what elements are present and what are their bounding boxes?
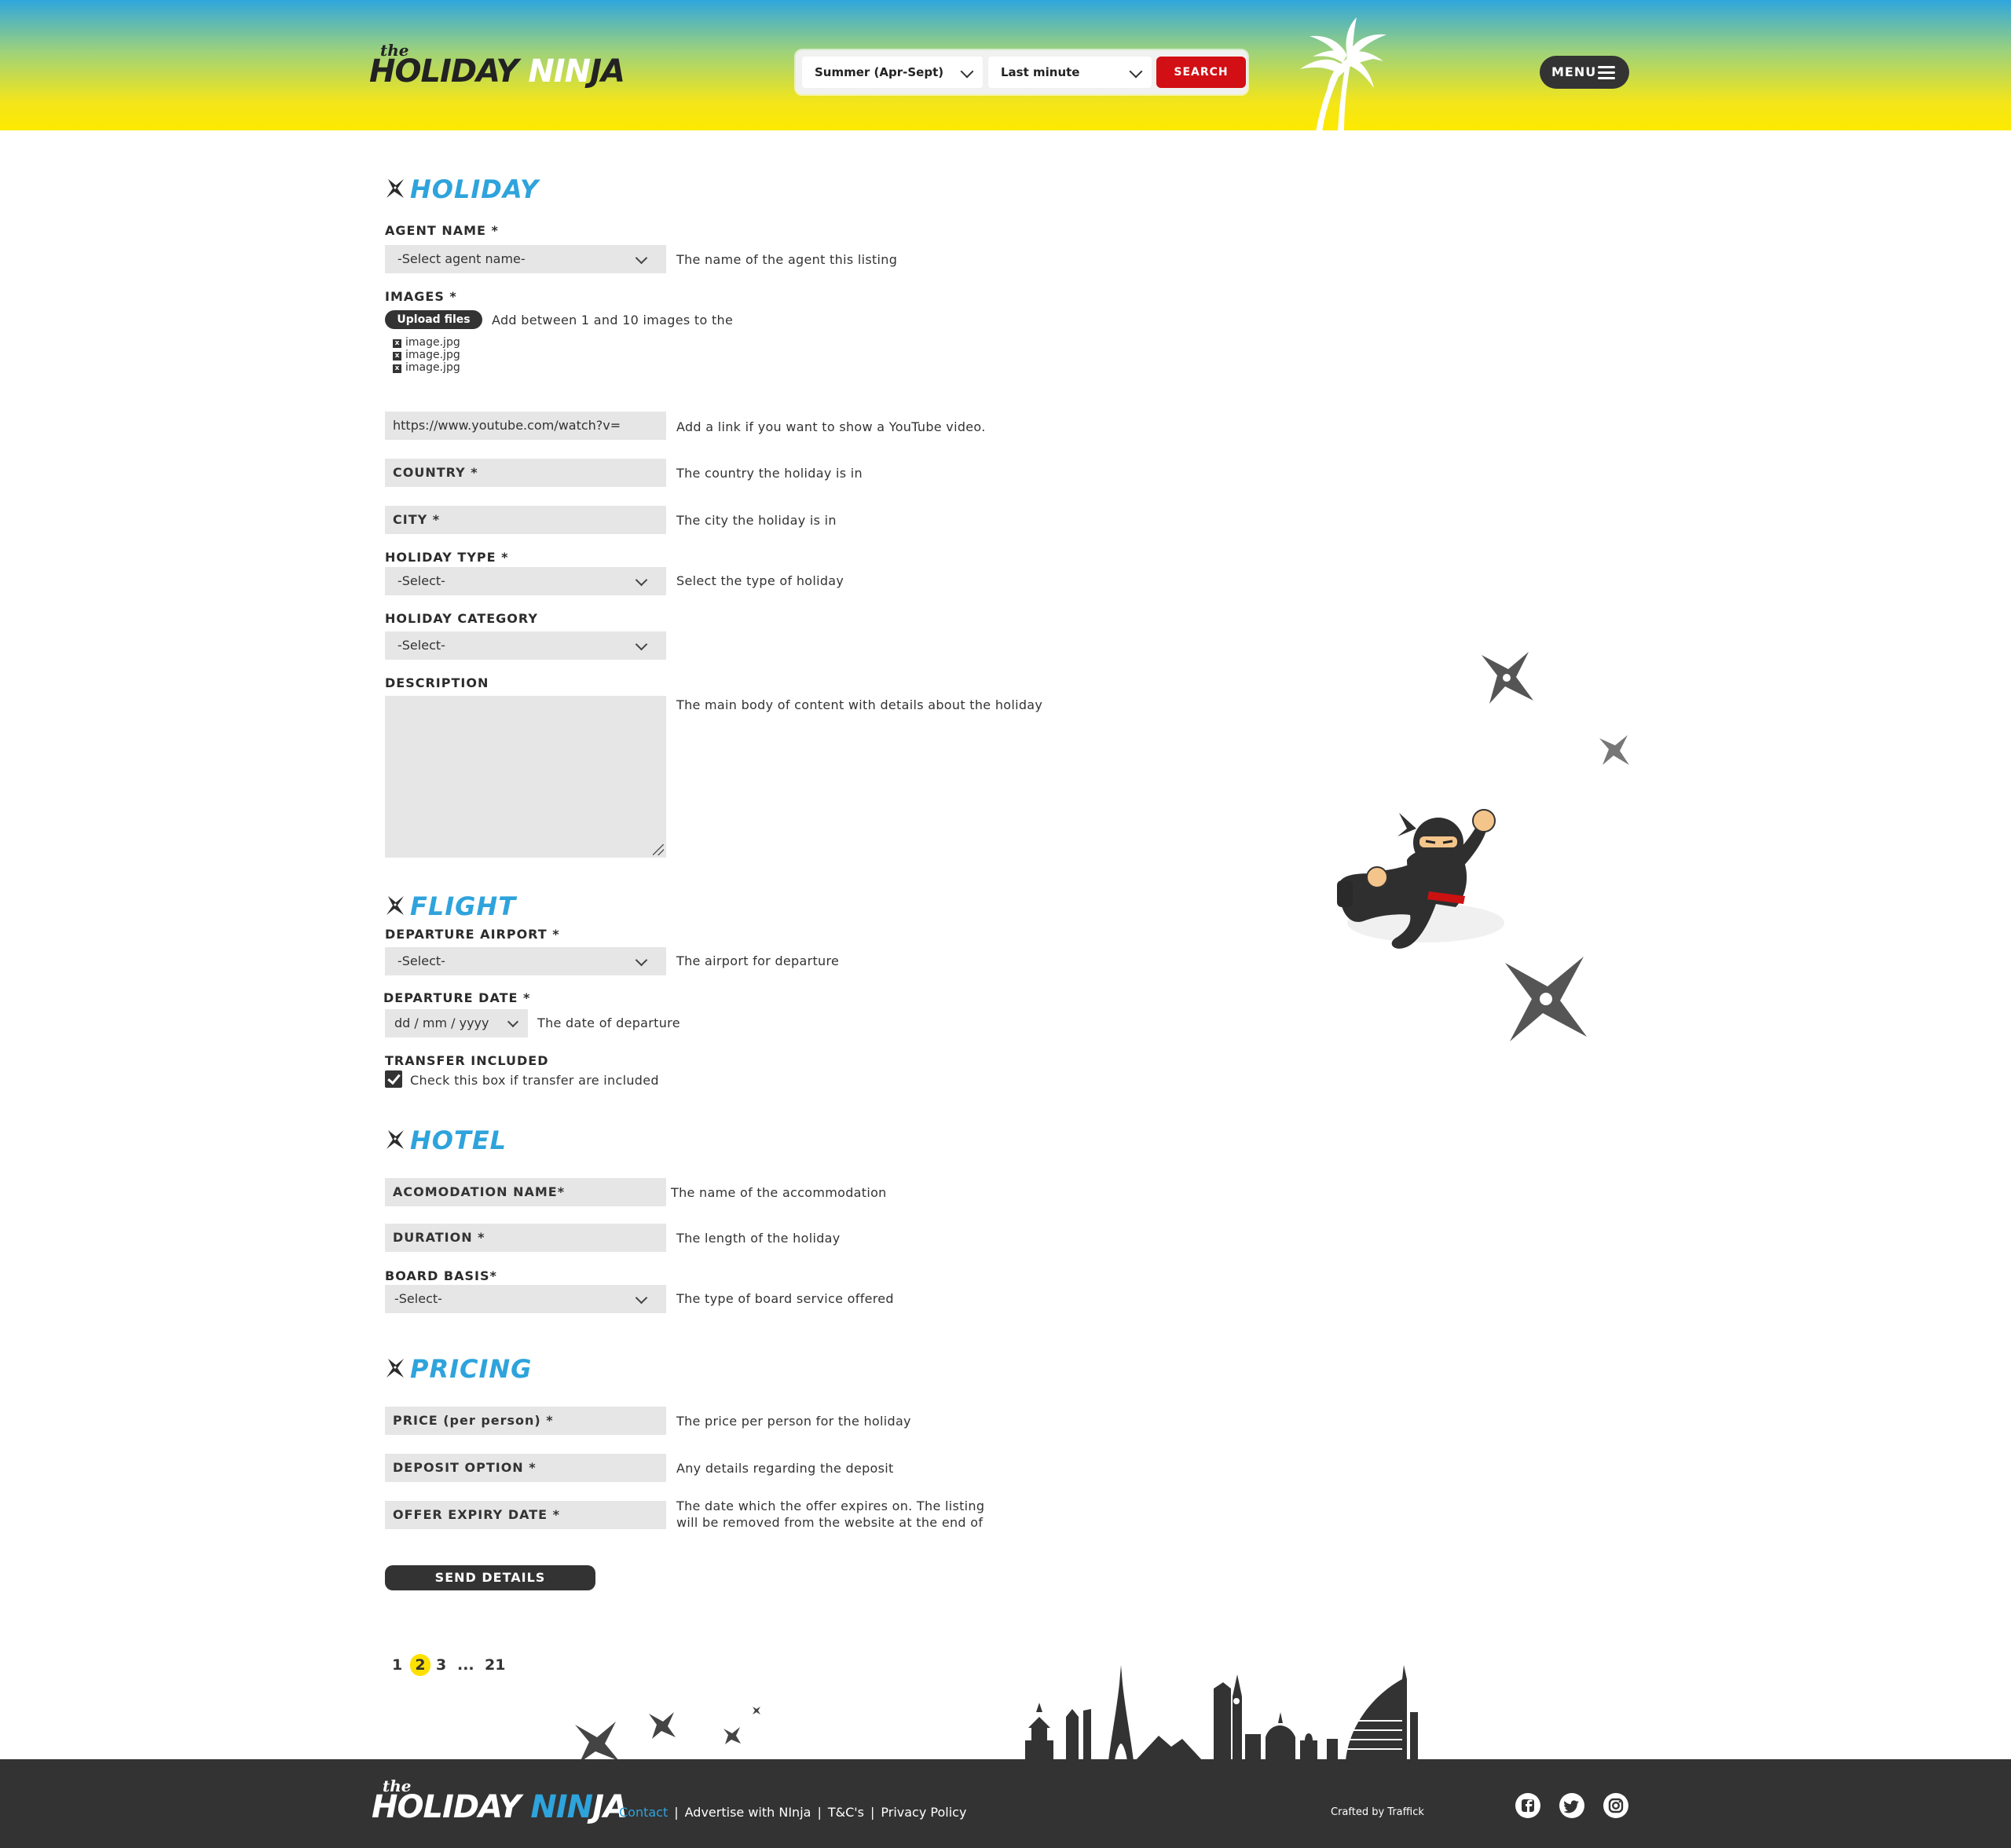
holiday-category-field[interactable]: -Select-	[385, 631, 666, 660]
description-label: DESCRIPTION	[385, 675, 489, 690]
shuriken-icon	[386, 1130, 404, 1149]
departure-date-input[interactable]: dd / mm / yyyy	[385, 1009, 528, 1037]
price-input[interactable]: PRICE (per person) *	[385, 1407, 666, 1435]
resize-handle[interactable]	[653, 844, 664, 855]
country-help: The country the holiday is in	[676, 466, 863, 481]
logo-word: HOLIDAY NINJA	[369, 53, 625, 90]
transfer-label: TRANSFER INCLUDED	[385, 1053, 549, 1068]
remove-file-icon[interactable]: x	[393, 364, 401, 373]
city-input[interactable]: CITY *	[385, 506, 666, 534]
deposit-help: Any details regarding the deposit	[676, 1461, 894, 1476]
page-link-current[interactable]: 2	[410, 1654, 430, 1676]
duration-input[interactable]: DURATION *	[385, 1224, 666, 1252]
shuriken-icon	[1482, 652, 1533, 704]
crafted-by[interactable]: Crafted by Traffick	[1331, 1806, 1424, 1818]
chevron-down-icon	[635, 638, 648, 651]
chevron-down-icon	[1129, 64, 1143, 79]
uploaded-file: x image.jpg	[393, 349, 460, 361]
shuriken-icon	[649, 1712, 676, 1739]
footer-link-privacy[interactable]: Privacy Policy	[881, 1805, 966, 1820]
chevron-down-icon	[635, 953, 648, 967]
departure-airport-help: The airport for departure	[676, 953, 840, 968]
duration-help: The length of the holiday	[676, 1231, 841, 1246]
shuriken-icon	[723, 1727, 741, 1744]
page-link[interactable]: 3	[436, 1654, 446, 1676]
footer-link-contact[interactable]: Contact	[619, 1805, 668, 1820]
shuriken-icon	[386, 179, 404, 198]
deposit-input[interactable]: DEPOSIT OPTION *	[385, 1454, 666, 1482]
price-help: The price per person for the holiday	[676, 1414, 911, 1429]
palm-tree-icon	[1300, 17, 1386, 132]
uploaded-file: x image.jpg	[393, 336, 460, 349]
footer	[0, 1759, 2011, 1848]
youtube-help: Add a link if you want to show a YouTube…	[676, 419, 986, 434]
page-link[interactable]: 1	[392, 1654, 402, 1676]
season-select[interactable]: Summer (Apr-Sept)	[802, 57, 983, 88]
offer-expiry-help-2: will be removed from the website at the …	[676, 1515, 984, 1530]
offer-expiry-input[interactable]: OFFER EXPIRY DATE *	[385, 1501, 666, 1529]
description-textarea[interactable]	[385, 696, 666, 858]
agent-name-select[interactable]: -Select agent name-	[385, 245, 666, 273]
instagram-icon[interactable]	[1603, 1793, 1628, 1818]
shuriken-icon	[1599, 735, 1629, 765]
remove-file-icon[interactable]: x	[393, 339, 401, 348]
search-button[interactable]: SEARCH	[1156, 57, 1246, 88]
remove-file-icon[interactable]: x	[393, 352, 401, 360]
shuriken-icon	[386, 1359, 404, 1378]
chevron-down-icon	[507, 1015, 519, 1028]
page-link[interactable]: 21	[485, 1654, 505, 1676]
shuriken-icon	[1505, 957, 1587, 1041]
footer-link-terms[interactable]: T&C's	[828, 1805, 864, 1820]
page-ellipsis: ...	[457, 1656, 474, 1674]
images-label: IMAGES *	[385, 289, 457, 304]
board-basis-help: The type of board service offered	[676, 1291, 894, 1306]
agent-name-label: AGENT NAME *	[385, 223, 499, 238]
shuriken-icon	[753, 1707, 760, 1714]
uploaded-file: x image.jpg	[393, 361, 460, 374]
images-help: Add between 1 and 10 images to the	[492, 313, 734, 328]
departure-date-help: The date of departure	[537, 1015, 680, 1030]
upload-files-button[interactable]: Upload files	[385, 310, 482, 329]
departure-airport-label: DEPARTURE AIRPORT *	[385, 927, 560, 942]
departure-date-label: DEPARTURE DATE *	[383, 990, 531, 1005]
ninja-illustration	[1337, 809, 1504, 949]
board-basis-field[interactable]: -Select-	[385, 1285, 666, 1313]
twitter-icon[interactable]	[1559, 1793, 1584, 1818]
holiday-category-label: HOLIDAY CATEGORY	[385, 611, 538, 626]
skyline-illustration	[1025, 1665, 1418, 1761]
country-input[interactable]: COUNTRY *	[385, 459, 666, 487]
holiday-type-field[interactable]: -Select-	[385, 567, 666, 595]
agent-name-help: The name of the agent this listing	[676, 252, 898, 267]
footer-logo-word: HOLIDAY NINJA	[372, 1789, 628, 1825]
search-bar: Summer (Apr-Sept) Last minute SEARCH	[796, 50, 1247, 94]
departure-airport-field[interactable]: -Select-	[385, 947, 666, 975]
send-details-button[interactable]: SEND DETAILS	[385, 1565, 595, 1590]
footer-link-advertise[interactable]: Advertise with NInja	[685, 1805, 811, 1820]
chevron-down-icon	[960, 64, 974, 79]
holiday-type-help: Select the type of holiday	[676, 573, 844, 588]
chevron-down-icon	[635, 1291, 648, 1305]
holiday-type-select[interactable]: Last minute	[988, 57, 1152, 88]
holiday-type-label: HOLIDAY TYPE *	[385, 550, 509, 565]
chevron-down-icon	[635, 251, 648, 265]
offer-expiry-help-1: The date which the offer expires on. The…	[676, 1499, 985, 1513]
hamburger-icon	[1598, 66, 1615, 79]
shuriken-icon	[575, 1722, 619, 1762]
board-basis-label: BOARD BASIS*	[385, 1268, 497, 1283]
menu-button[interactable]: MENU	[1540, 56, 1629, 89]
transfer-checkbox[interactable]	[385, 1070, 402, 1088]
shuriken-icon	[386, 896, 404, 915]
transfer-help: Check this box if transfer are included	[410, 1073, 659, 1088]
footer-links: Contact | Advertise with NInja | T&C's | Priva…	[619, 1805, 967, 1820]
chevron-down-icon	[635, 573, 648, 587]
description-help: The main body of content with details ab…	[676, 697, 1043, 712]
youtube-url-input[interactable]: https://www.youtube.com/watch?v=	[385, 412, 666, 440]
city-help: The city the holiday is in	[676, 513, 837, 528]
site-logo[interactable]: the HOLIDAY NINJA	[369, 41, 625, 93]
accommodation-name-input[interactable]: ACOMODATION NAME*	[385, 1178, 666, 1206]
facebook-icon[interactable]	[1515, 1793, 1540, 1818]
footer-logo[interactable]: the HOLIDAY NINJA	[372, 1777, 628, 1828]
accommodation-help: The name of the accommodation	[671, 1185, 887, 1200]
